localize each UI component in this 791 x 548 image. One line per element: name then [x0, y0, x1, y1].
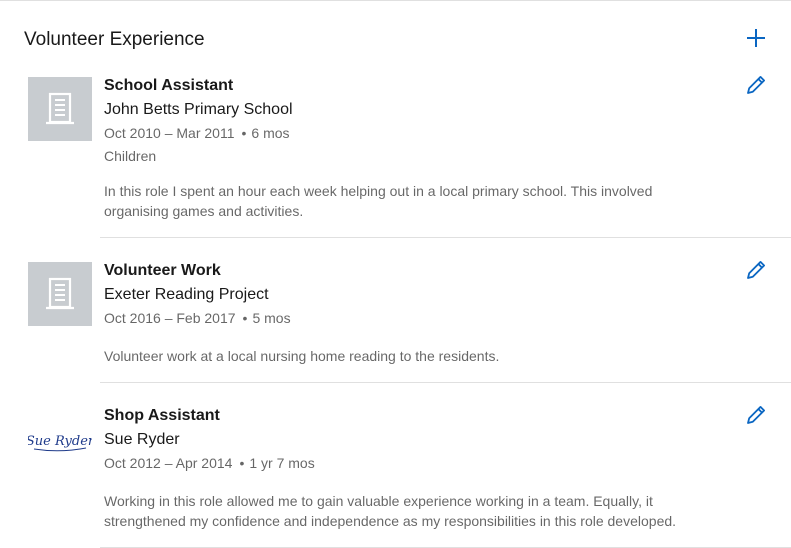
top-divider: [0, 0, 791, 1]
building-icon: [46, 277, 74, 310]
description: Working in this role allowed me to gain …: [104, 493, 677, 529]
organization-name: Exeter Reading Project: [104, 286, 269, 303]
date-range: Oct 2016 – Feb 2017 • 5 mos: [104, 309, 291, 327]
date-range: Oct 2012 – Apr 2014 • 1 yr 7 mos: [104, 454, 315, 472]
separator-dot: •: [239, 455, 245, 471]
pencil-icon: [747, 261, 765, 279]
entry-divider: [100, 237, 791, 238]
volunteer-experience-section: Volunteer Experience School Assistant Jo…: [0, 0, 791, 548]
date-range: Oct 2010 – Mar 2011 • 6 mos: [104, 124, 290, 142]
duration-text: 5 mos: [252, 310, 291, 326]
organization-logo[interactable]: [28, 262, 92, 326]
sue-ryder-logo-text: Sue Ryder: [28, 434, 92, 449]
entry-divider: [100, 382, 791, 383]
section-title: Volunteer Experience: [24, 29, 205, 50]
organization-name: John Betts Primary School: [104, 101, 293, 118]
role-title[interactable]: School Assistant: [104, 76, 233, 96]
date-range-text: Oct 2012 – Apr 2014: [104, 455, 233, 471]
description: Volunteer work at a local nursing home r…: [104, 348, 500, 364]
role-title[interactable]: Shop Assistant: [104, 406, 220, 426]
duration-text: 1 yr 7 mos: [249, 455, 315, 471]
edit-entry-button[interactable]: [742, 401, 770, 429]
plus-icon: [747, 29, 765, 47]
cause-label: Children: [104, 148, 157, 164]
edit-entry-button[interactable]: [742, 71, 770, 99]
duration-text: 6 mos: [251, 125, 290, 141]
date-range-text: Oct 2010 – Mar 2011: [104, 125, 235, 141]
role-title[interactable]: Volunteer Work: [104, 261, 221, 281]
date-range-text: Oct 2016 – Feb 2017: [104, 310, 236, 326]
separator-dot: •: [241, 125, 247, 141]
pencil-icon: [747, 76, 765, 94]
description: In this role I spent an hour each week h…: [104, 183, 653, 219]
separator-dot: •: [242, 310, 248, 326]
building-icon: [46, 92, 74, 125]
organization-logo[interactable]: [28, 77, 92, 141]
organization-name: Sue Ryder: [104, 431, 180, 448]
add-volunteer-experience-button[interactable]: [740, 22, 772, 54]
sue-ryder-logo-mark: Sue Ryder: [28, 434, 92, 452]
edit-entry-button[interactable]: [742, 256, 770, 284]
pencil-icon: [747, 406, 765, 424]
sue-ryder-logo[interactable]: Sue Ryder: [28, 407, 92, 471]
